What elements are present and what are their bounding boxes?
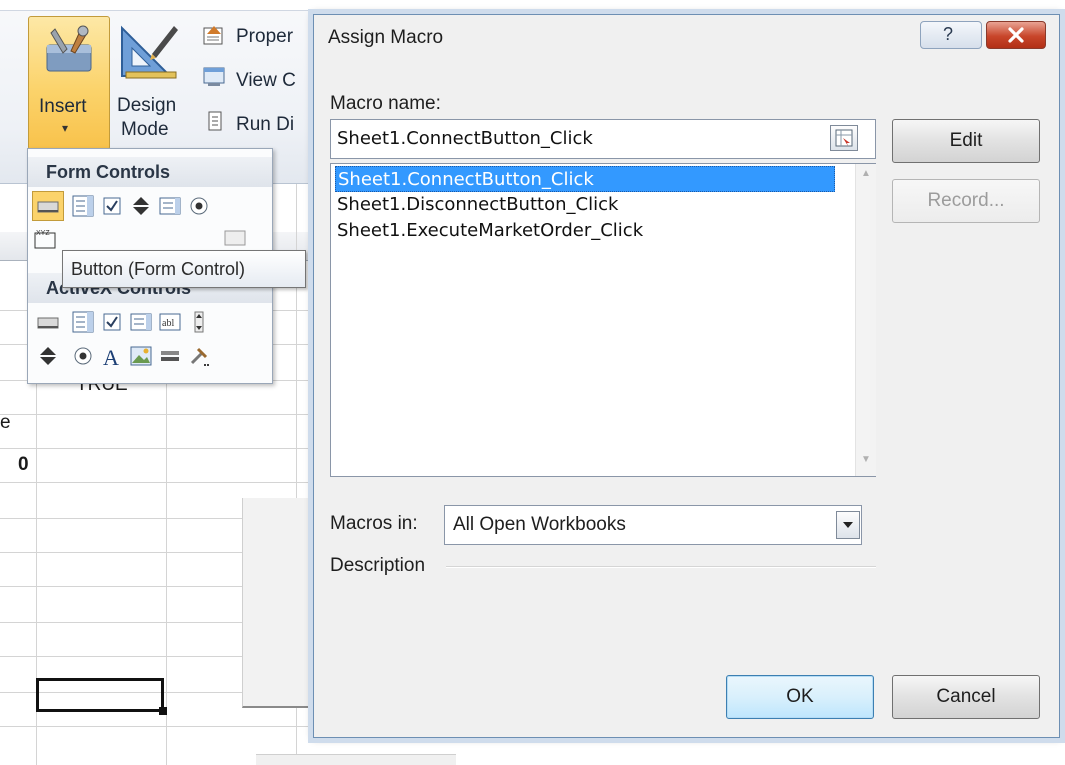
svg-text:XYZ: XYZ [36, 230, 50, 237]
macro-list-item[interactable]: Sheet1.ExecuteMarketOrder_Click [335, 218, 835, 244]
activex-button-icon[interactable] [37, 311, 59, 333]
properties-icon [203, 26, 223, 45]
description-divider [446, 566, 876, 568]
chevron-down-icon: ▾ [62, 121, 69, 135]
scroll-up-icon[interactable]: ▲ [861, 168, 871, 179]
macro-name-input[interactable]: Sheet1.ConnectButton_Click [330, 119, 876, 159]
design-mode-icon [121, 25, 178, 79]
option-button-icon[interactable] [188, 195, 210, 217]
help-button[interactable]: ? [920, 21, 982, 49]
view-code-button[interactable]: View C [236, 70, 296, 92]
group-box-icon[interactable]: XYZ [34, 227, 56, 249]
edit-box-icon[interactable] [224, 227, 246, 249]
macro-name-label: Macro name: [330, 93, 441, 114]
chevron-down-icon [843, 522, 853, 528]
combo-box-icon[interactable] [72, 195, 94, 217]
form-button-shape[interactable] [242, 498, 315, 708]
close-button[interactable] [986, 21, 1046, 49]
activex-option-button-icon[interactable] [72, 345, 94, 367]
list-box-icon[interactable] [159, 195, 181, 217]
view-code-icon [203, 67, 225, 86]
scroll-bar-icon[interactable] [188, 311, 210, 333]
cell-e[interactable]: e [0, 412, 11, 434]
scroll-down-icon[interactable]: ▼ [861, 454, 871, 465]
active-cell-selection[interactable] [36, 678, 164, 712]
description-label: Description [330, 555, 426, 576]
assign-macro-dialog: Assign Macro ? Macro name: Sheet1.Connec… [313, 14, 1060, 738]
run-dialog-button[interactable]: Run Di [236, 114, 294, 136]
design-mode-label-2[interactable]: Mode [121, 118, 169, 141]
macros-in-select[interactable]: All Open Workbooks [444, 505, 862, 545]
activex-spin-button-icon[interactable] [37, 345, 59, 367]
collapse-dialog-button[interactable] [830, 125, 858, 151]
checkbox-icon[interactable] [101, 195, 123, 217]
form-controls-header: Form Controls [28, 157, 272, 187]
more-controls-icon[interactable] [188, 345, 210, 367]
toggle-button-icon[interactable] [159, 345, 181, 367]
record-button[interactable]: Record... [892, 179, 1040, 223]
image-icon[interactable] [130, 345, 152, 367]
activex-combo-box-icon[interactable] [72, 311, 94, 333]
macro-list-item[interactable]: Sheet1.ConnectButton_Click [335, 166, 835, 192]
form-button-shape-2[interactable] [256, 754, 456, 765]
label-icon[interactable]: A [101, 345, 123, 367]
macro-list-scrollbar[interactable]: ▲ ▼ [855, 164, 876, 476]
help-icon: ? [943, 24, 954, 44]
record-button-label: Record... [927, 190, 1005, 211]
ribbon-tab-strip [0, 0, 1065, 11]
design-mode-label-1[interactable]: Design [117, 94, 176, 117]
svg-text:A: A [103, 345, 119, 367]
cancel-button[interactable]: Cancel [892, 675, 1040, 719]
macro-list[interactable]: Sheet1.ConnectButton_Click Sheet1.Discon… [330, 163, 876, 477]
dialog-title: Assign Macro [328, 27, 444, 48]
close-icon [1008, 27, 1024, 43]
ok-button-label: OK [786, 686, 814, 707]
insert-label: Insert [39, 96, 87, 117]
macro-list-item[interactable]: Sheet1.DisconnectButton_Click [335, 192, 835, 218]
macros-in-label: Macros in: [330, 513, 418, 534]
cancel-button-label: Cancel [936, 686, 996, 707]
properties-button[interactable]: Proper [236, 26, 293, 48]
text-box-icon[interactable]: abl [159, 311, 181, 333]
button-control-icon[interactable] [37, 195, 59, 217]
ref-edit-icon [835, 129, 853, 147]
toolbox-icon [46, 25, 92, 72]
cell-zero[interactable]: 0 [18, 454, 29, 476]
ok-button[interactable]: OK [726, 675, 874, 719]
button-control-tooltip: Button (Form Control) [62, 250, 306, 288]
insert-controls-button[interactable]: Insert ▾ [28, 16, 110, 150]
edit-button[interactable]: Edit [892, 119, 1040, 163]
activex-list-box-icon[interactable] [130, 311, 152, 333]
activex-checkbox-icon[interactable] [101, 311, 123, 333]
edit-button-label: Edit [949, 130, 983, 151]
spin-button-icon[interactable] [130, 195, 152, 217]
run-dialog-icon [208, 111, 222, 131]
svg-text:abl: abl [162, 318, 174, 329]
fill-handle[interactable] [159, 707, 167, 715]
macros-in-dropdown-button[interactable] [836, 511, 860, 539]
